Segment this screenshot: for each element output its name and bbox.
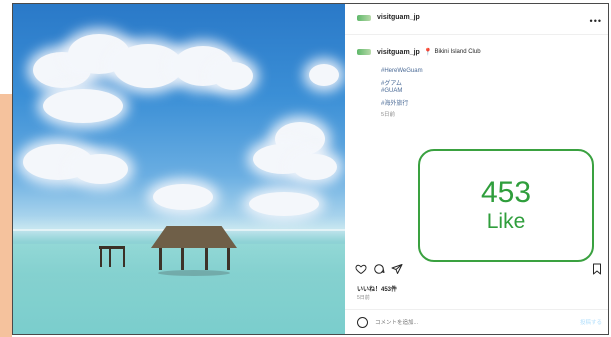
hut-post [205,248,208,270]
bookmark-icon[interactable] [592,263,602,275]
left-accent-bar [0,94,12,337]
comment-bar: 投稿する [345,309,608,334]
hut-post [227,248,230,270]
likes-count-text[interactable]: いいね！453件 [357,284,397,293]
hut-post [159,248,162,270]
caption-account-name[interactable]: visitguam_jp [377,49,420,56]
post-comment-button[interactable]: 投稿する [580,318,602,326]
heart-icon[interactable] [355,263,367,275]
swing-frame [99,246,125,249]
like-callout: 453 Like [418,149,594,262]
caption-header: visitguam_jp 📍 Bikini Island Club [357,48,481,56]
brand-logo-icon[interactable] [357,14,371,21]
post-photo[interactable] [13,4,345,334]
caption-time: 5日前 [381,112,396,118]
brand-logo-icon[interactable] [357,49,371,55]
post-header: visitguam_jp [357,14,420,21]
cloud [249,192,319,216]
cloud [293,154,337,180]
like-label: Like [486,209,526,233]
cloud [309,64,339,86]
post-timestamp: 5日前 [357,295,370,301]
header-divider [345,34,608,35]
account-name[interactable]: visitguam_jp [377,14,420,21]
cloud [43,89,123,123]
hashtag[interactable]: #海外旅行 [381,98,408,107]
action-bar [355,263,403,275]
post-side-pane: visitguam_jp ••• visitguam_jp 📍 Bikini I… [345,4,608,334]
more-icon[interactable]: ••• [590,16,602,26]
post-screenshot: visitguam_jp ••• visitguam_jp 📍 Bikini I… [0,0,611,337]
swing-post [109,247,111,267]
hut-reflection [158,270,230,276]
post-frame: visitguam_jp ••• visitguam_jp 📍 Bikini I… [12,3,609,335]
swing-post [123,247,125,267]
comment-icon[interactable] [373,263,385,275]
shallow-water [13,244,345,334]
cloud [153,184,213,210]
like-count: 453 [480,175,532,209]
cloud [73,154,128,184]
swing-post [100,247,102,267]
hashtag[interactable]: #HereWeGuam [381,68,423,74]
hashtag[interactable]: #GUAM [381,88,402,94]
location-pin-icon: 📍 [423,49,433,56]
location-name[interactable]: Bikini Island Club [435,49,481,55]
smile-icon[interactable] [357,317,368,328]
hashtag[interactable]: #グアム [381,78,402,87]
cloud [213,62,253,90]
share-icon[interactable] [391,263,403,275]
hut-post [181,248,184,270]
comment-input[interactable] [375,317,555,328]
